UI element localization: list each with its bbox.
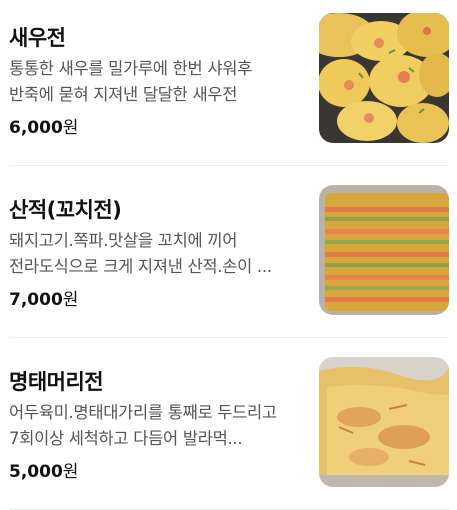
menu-item-description: 통통한 새우를 밀가루에 한번 샤워후 반죽에 묻혀 지져낸 달달한 새우전 <box>9 59 252 104</box>
menu-item-pollock-head-pancake[interactable]: 명태머리전 어두육미.명태대가리를 통째로 두드리고 7회이상 세척하고 다듬어… <box>0 344 457 510</box>
divider <box>9 165 449 166</box>
skewer-pancake-photo[interactable] <box>319 185 449 315</box>
menu-item-shrimp-pancake[interactable]: 새우전 통통한 새우를 밀가루에 한번 샤워후 반죽에 묻혀 지져낸 달달한 새… <box>0 0 457 172</box>
price-unit: 원 <box>62 118 79 138</box>
menu-item-name: 새우전 <box>9 26 66 50</box>
price-amount: 6,000 <box>9 118 63 138</box>
menu-item-price: 7,000원 <box>9 285 78 310</box>
menu-item-name: 명태머리전 <box>9 370 104 394</box>
shrimp-pancake-photo[interactable] <box>319 13 449 143</box>
menu-list: 새우전 통통한 새우를 밀가루에 한번 샤워후 반죽에 묻혀 지져낸 달달한 새… <box>0 0 457 510</box>
menu-item-skewer-pancake[interactable]: 산적(꼬치전) 돼지고기.쪽파.맛살을 꼬치에 끼어 전라도식으로 크게 지져낸… <box>0 172 457 344</box>
pollock-head-pancake-photo[interactable] <box>319 357 449 487</box>
price-amount: 7,000 <box>9 290 63 310</box>
menu-item-price: 6,000원 <box>9 113 78 138</box>
price-unit: 원 <box>62 462 79 482</box>
price-unit: 원 <box>62 290 79 310</box>
price-amount: 5,000 <box>9 462 63 482</box>
divider <box>9 337 449 338</box>
menu-item-description: 돼지고기.쪽파.맛살을 꼬치에 끼어 전라도식으로 크게 지져낸 산적.손이 .… <box>9 231 272 276</box>
menu-item-description: 어두육미.명태대가리를 통째로 두드리고 7회이상 세척하고 다듬어 발라먹..… <box>9 403 277 448</box>
menu-item-price: 5,000원 <box>9 457 78 482</box>
menu-item-name: 산적(꼬치전) <box>9 198 122 222</box>
